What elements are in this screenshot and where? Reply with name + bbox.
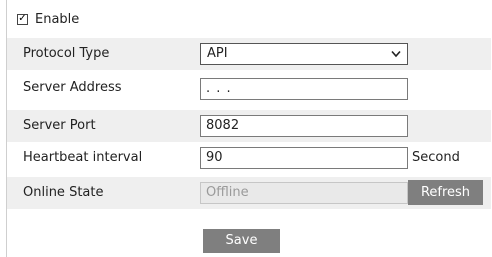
save-button[interactable]: Save	[203, 229, 280, 253]
enable-label: Enable	[35, 11, 80, 27]
server-address-input[interactable]: . . .	[200, 78, 408, 100]
heartbeat-unit-label: Second	[412, 150, 460, 165]
server-port-row: Server Port 8082	[7, 110, 491, 142]
settings-panel: ✓ Enable Protocol Type API Server Addres…	[6, 0, 491, 257]
enable-checkbox[interactable]: ✓	[17, 13, 28, 25]
heartbeat-interval-input[interactable]: 90	[200, 147, 408, 169]
chevron-down-icon	[391, 50, 401, 58]
heartbeat-interval-label: Heartbeat interval	[23, 150, 143, 165]
server-port-input[interactable]: 8082	[200, 115, 408, 137]
heartbeat-interval-row: Heartbeat interval 90 Second	[7, 142, 491, 174]
protocol-type-value: API	[207, 46, 228, 61]
refresh-button[interactable]: Refresh	[408, 180, 483, 205]
server-address-row: Server Address . . .	[7, 72, 491, 104]
protocol-type-row: Protocol Type API	[7, 38, 491, 70]
protocol-type-label: Protocol Type	[23, 46, 110, 61]
protocol-type-select[interactable]: API	[200, 43, 408, 65]
online-state-field: Offline	[200, 182, 408, 204]
server-address-label: Server Address	[23, 80, 122, 95]
online-state-label: Online State	[23, 185, 104, 200]
enable-row: ✓ Enable	[17, 10, 79, 28]
online-state-row: Online State Offline Refresh	[7, 177, 491, 209]
server-port-label: Server Port	[23, 118, 96, 133]
